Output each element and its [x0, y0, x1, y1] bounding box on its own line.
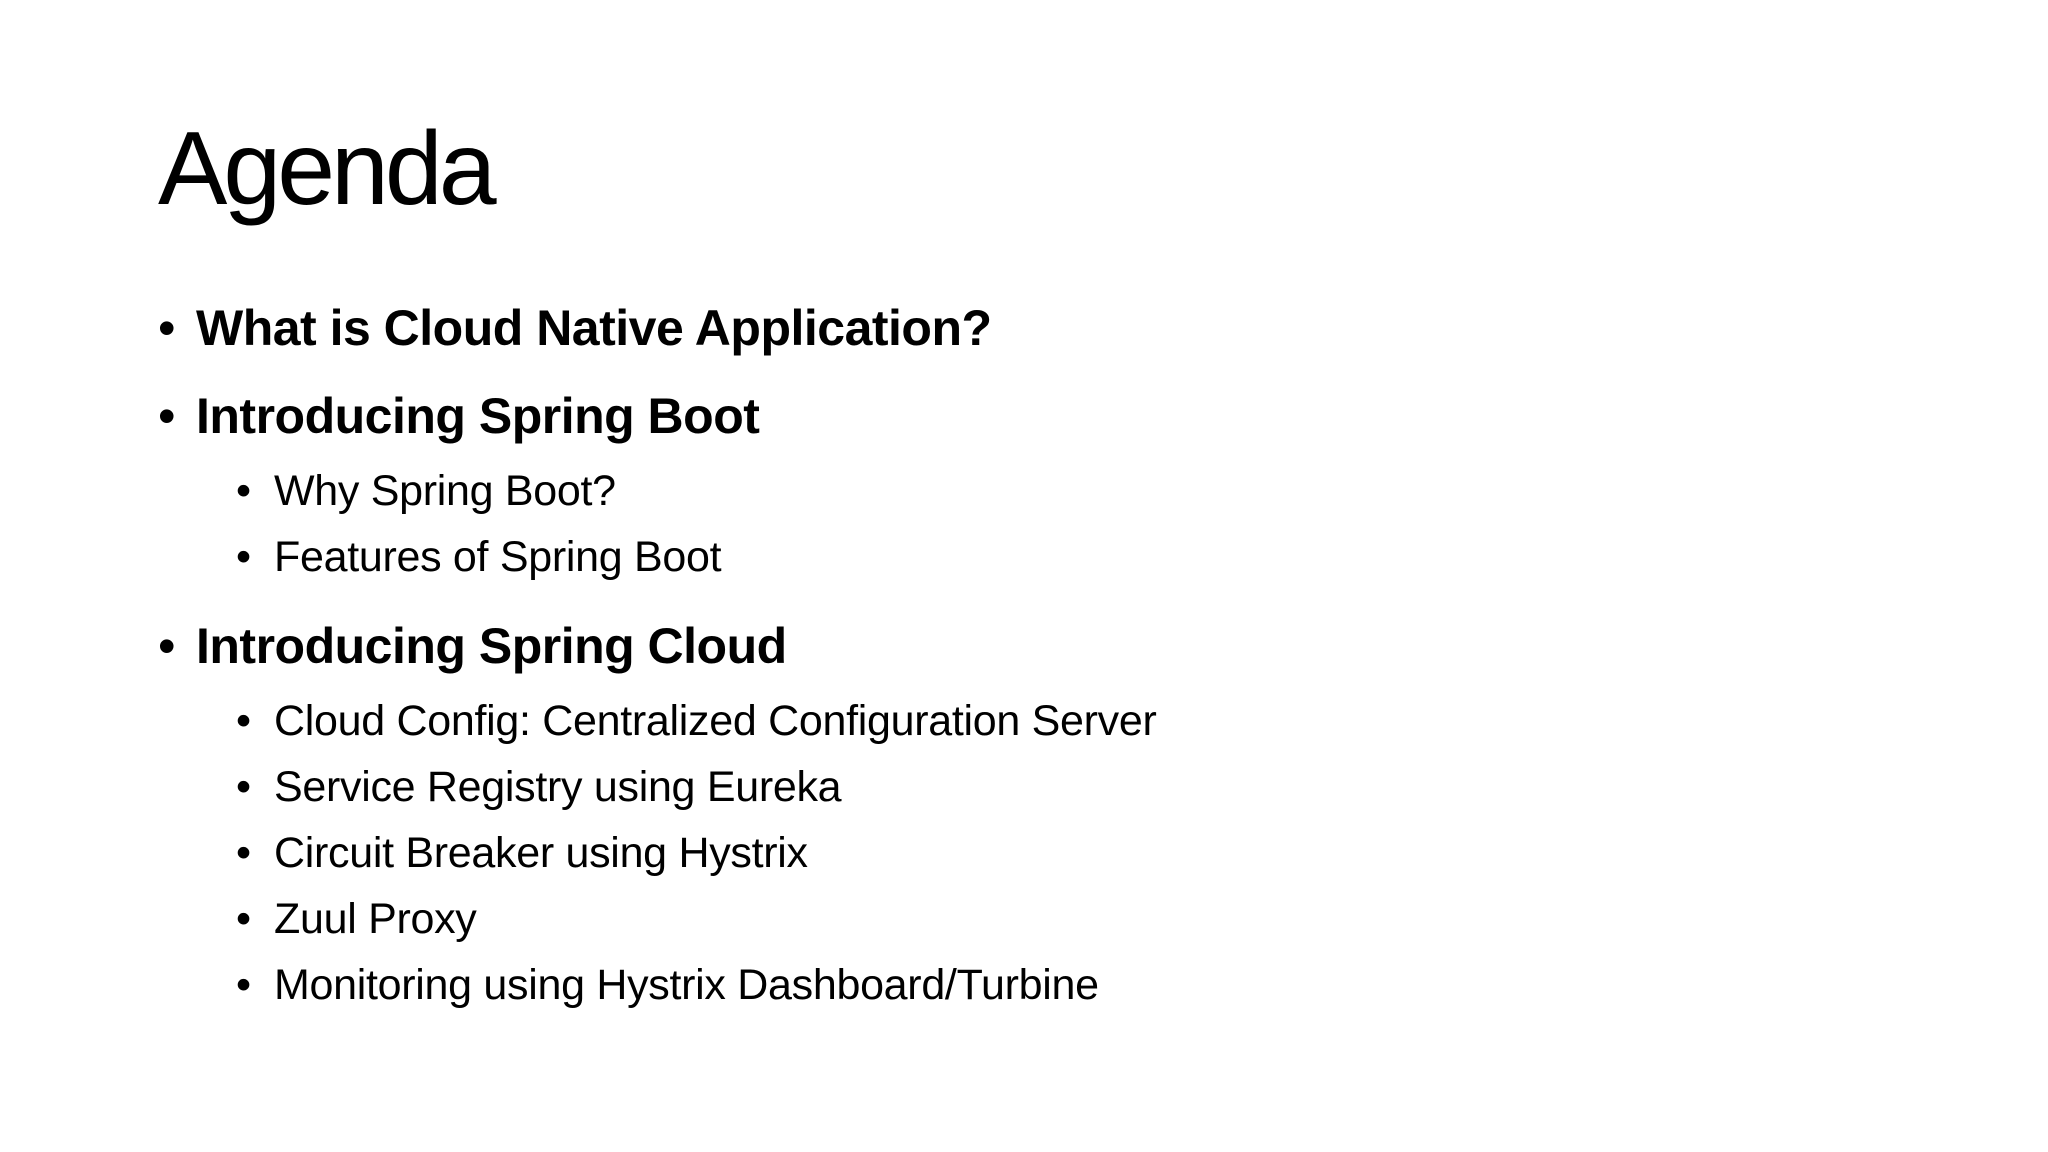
agenda-subitem-text: Service Registry using Eureka — [274, 763, 842, 811]
agenda-subitem-text: Zuul Proxy — [274, 895, 477, 943]
agenda-item: • Introducing Spring Cloud — [158, 606, 1958, 694]
agenda-item: • What is Cloud Native Application? — [158, 288, 1958, 376]
bullet-icon: • — [158, 300, 176, 356]
agenda-subitem: • Why Spring Boot? — [158, 460, 1958, 526]
bullet-icon: • — [236, 895, 251, 943]
agenda-subitem-text: Circuit Breaker using Hystrix — [274, 829, 808, 877]
agenda-item-text: What is Cloud Native Application? — [196, 300, 992, 356]
agenda-subitem-text: Cloud Config: Centralized Configuration … — [274, 697, 1157, 745]
agenda-subitem: • Service Registry using Eureka — [158, 756, 1958, 822]
agenda-subitem: • Cloud Config: Centralized Configuratio… — [158, 690, 1958, 756]
bullet-icon: • — [158, 618, 176, 674]
agenda-subitem: • Zuul Proxy — [158, 888, 1958, 954]
bullet-icon: • — [236, 533, 251, 581]
agenda-subitem: • Circuit Breaker using Hystrix — [158, 822, 1958, 888]
bullet-icon: • — [236, 697, 251, 745]
agenda-list: • What is Cloud Native Application? • In… — [158, 288, 1958, 1020]
agenda-subitem: • Features of Spring Boot — [158, 526, 1958, 592]
agenda-subitem-text: Monitoring using Hystrix Dashboard/Turbi… — [274, 961, 1099, 1009]
agenda-item-text: Introducing Spring Cloud — [196, 618, 787, 674]
agenda-item-text: Introducing Spring Boot — [196, 388, 760, 444]
slide: Agenda • What is Cloud Native Applicatio… — [0, 0, 2048, 1152]
agenda-subitem-text: Features of Spring Boot — [274, 533, 722, 581]
bullet-icon: • — [158, 388, 176, 444]
bullet-icon: • — [236, 763, 251, 811]
agenda-subitem-text: Why Spring Boot? — [274, 467, 616, 515]
agenda-subitem: • Monitoring using Hystrix Dashboard/Tur… — [158, 954, 1958, 1020]
bullet-icon: • — [236, 829, 251, 877]
agenda-item: • Introducing Spring Boot — [158, 376, 1958, 464]
bullet-icon: • — [236, 467, 251, 515]
slide-title: Agenda — [158, 111, 497, 227]
bullet-icon: • — [236, 961, 251, 1009]
